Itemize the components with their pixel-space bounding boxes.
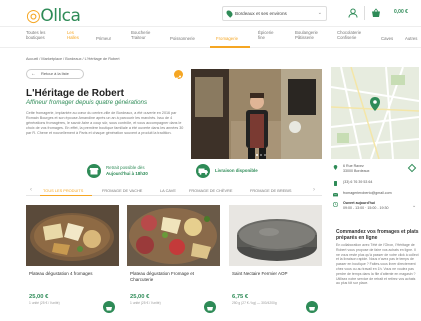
product-price: 25,00 € — [130, 294, 150, 300]
promo-body: En collaboration avec Tété de l'Oiron, l… — [336, 243, 419, 286]
nav-item-boulangerie[interactable]: Boulangerie Pâtisserie — [295, 30, 325, 40]
nav-item-caves[interactable]: Caves — [381, 36, 393, 41]
tab-sheep-cheese[interactable]: FROMAGE DE BREBIS — [250, 188, 292, 193]
email[interactable]: fromagerieroberto@gmail.com — [333, 191, 392, 197]
ollca-logo[interactable]: ◎Ollca — [26, 6, 81, 26]
address-line2: 33000 Bordeaux — [343, 168, 370, 173]
phone-icon — [334, 181, 337, 186]
nav-item-halles[interactable]: Les Halles — [67, 30, 81, 40]
product-image — [26, 205, 119, 266]
nav-item-epicerie[interactable]: Épicerie fine — [258, 30, 278, 40]
arrow-left-icon: ← — [31, 71, 36, 77]
online-order-promo: Commandez vos fromages et plats préparés… — [336, 229, 420, 286]
product-name[interactable]: Plateau dégustation Fromage et Charcuter… — [130, 271, 218, 282]
clock-icon — [333, 202, 338, 207]
store-icon — [87, 164, 101, 178]
truck-icon — [196, 164, 210, 178]
pickup-info: Retrait possible dès Aujourd'hui à 18h30 — [87, 164, 167, 181]
product-name[interactable]: Plateau dégustation 4 fromages — [29, 271, 117, 277]
breadcrumb[interactable]: Accueil / Marketplace / Bordeaux / L'Hér… — [26, 57, 120, 61]
map-pin-icon — [225, 9, 234, 18]
shop-map[interactable] — [331, 67, 419, 159]
nav-item-boucherie[interactable]: Boucherie Traiteur — [131, 30, 157, 40]
product-price: 25,00 € — [29, 294, 49, 300]
product-unit: 1 unité (25 € / l'unité) — [130, 301, 161, 305]
cart-amount[interactable]: 0,00 € — [394, 9, 408, 15]
hours-value: 09:00 - 13:00 · 15:00 - 19:30 — [343, 205, 389, 210]
nav-item-primeur[interactable]: Primeur — [96, 36, 111, 41]
opening-hours[interactable]: Ouvert aujourd'hui 09:00 - 13:00 · 15:00… — [333, 201, 389, 210]
map-pin-icon — [333, 165, 338, 170]
email-address: fromagerieroberto@gmail.com — [343, 191, 392, 195]
add-to-cart-button[interactable] — [306, 301, 318, 313]
product-card[interactable]: Plateau dégustation Fromage et Charcuter… — [127, 205, 220, 317]
delivery-info: Livraison disponible — [196, 164, 276, 181]
nav-item-poissonnerie[interactable]: Poissonnerie — [170, 36, 195, 41]
add-to-cart-button[interactable] — [204, 301, 216, 313]
product-price: 6,75 € — [232, 294, 249, 300]
chevron-down-icon: ⌄ — [317, 10, 322, 16]
nav-item-autres[interactable]: Autres — [405, 36, 417, 41]
promo-heading: Commandez vos fromages et plats préparés… — [336, 229, 419, 241]
nav-item-fromagerie[interactable]: Fromagerie — [216, 36, 238, 41]
location-text: Bordeaux et ses environs — [235, 11, 287, 16]
pickup-line2: Aujourd'hui à 18h30 — [106, 171, 148, 176]
product-card[interactable]: Plateau dégustation 4 fromages 25,00 € 1… — [26, 205, 119, 317]
user-icon[interactable] — [348, 8, 358, 18]
tab-active-underline — [40, 195, 92, 196]
tab-cow-cheese[interactable]: FROMAGE DE VACHE — [102, 188, 142, 193]
shop-title: L'Héritage de Robert — [26, 88, 124, 99]
tab-goat-cheese[interactable]: FROMAGE DE CHÈVRE — [189, 188, 232, 193]
mail-icon — [333, 192, 338, 197]
product-image — [127, 205, 220, 266]
share-icon[interactable] — [174, 70, 183, 82]
tabs-prev-icon[interactable]: ‹ — [30, 187, 32, 193]
shop-description: Cette fromagerie, implantée au cœur du c… — [26, 111, 184, 135]
shop-photo — [191, 69, 322, 159]
category-nav: Toutes les boutiques Les Halles Primeur … — [0, 27, 421, 48]
back-label: Retour à la liste — [41, 71, 69, 76]
product-tabs: ‹ TOUS LES PRODUITS FROMAGE DE VACHE LA … — [26, 186, 322, 196]
nav-item-chocolaterie[interactable]: Chocolaterie Confiserie — [337, 30, 367, 40]
tabs-next-icon[interactable]: › — [313, 187, 315, 193]
nav-item-toutes[interactable]: Toutes les boutiques — [26, 30, 52, 40]
address: 6 Rue Ravez 33000 Bordeaux — [333, 164, 369, 173]
back-to-list-button[interactable]: ← Retour à la liste — [26, 69, 84, 79]
location-selector[interactable]: Bordeaux et ses environs ⌄ — [222, 6, 327, 21]
product-card[interactable]: Saint Nectaire Fermier AOP 6,75 € 250 g … — [229, 205, 322, 317]
top-header: ◎Ollca Bordeaux et ses environs ⌄ 0,00 € — [0, 0, 421, 27]
shop-subtitle: Affineur fromager depuis quatre générati… — [26, 99, 148, 106]
directions-icon[interactable] — [407, 163, 417, 173]
product-image — [229, 205, 322, 266]
phone[interactable]: (33) 6 76 39 53 64 — [333, 180, 373, 186]
phone-number: (33) 6 76 39 53 64 — [343, 180, 373, 184]
add-to-cart-button[interactable] — [103, 301, 115, 313]
nav-active-underline — [210, 46, 250, 48]
tab-cave[interactable]: LA CAVE — [160, 188, 176, 193]
product-name[interactable]: Saint Nectaire Fermier AOP — [232, 271, 320, 277]
chevron-down-icon[interactable]: ⌄ — [412, 203, 416, 209]
product-unit: 250 g (27 € / kg) — 300/4200g — [232, 301, 277, 305]
tab-all-products[interactable]: TOUS LES PRODUITS — [43, 188, 83, 193]
delivery-text: Livraison disponible — [215, 168, 258, 173]
header-divider — [364, 6, 365, 20]
product-unit: 1 unité (25 € / l'unité) — [29, 301, 60, 305]
basket-icon[interactable] — [371, 8, 381, 18]
pickup-line1: Retrait possible dès — [106, 165, 145, 170]
